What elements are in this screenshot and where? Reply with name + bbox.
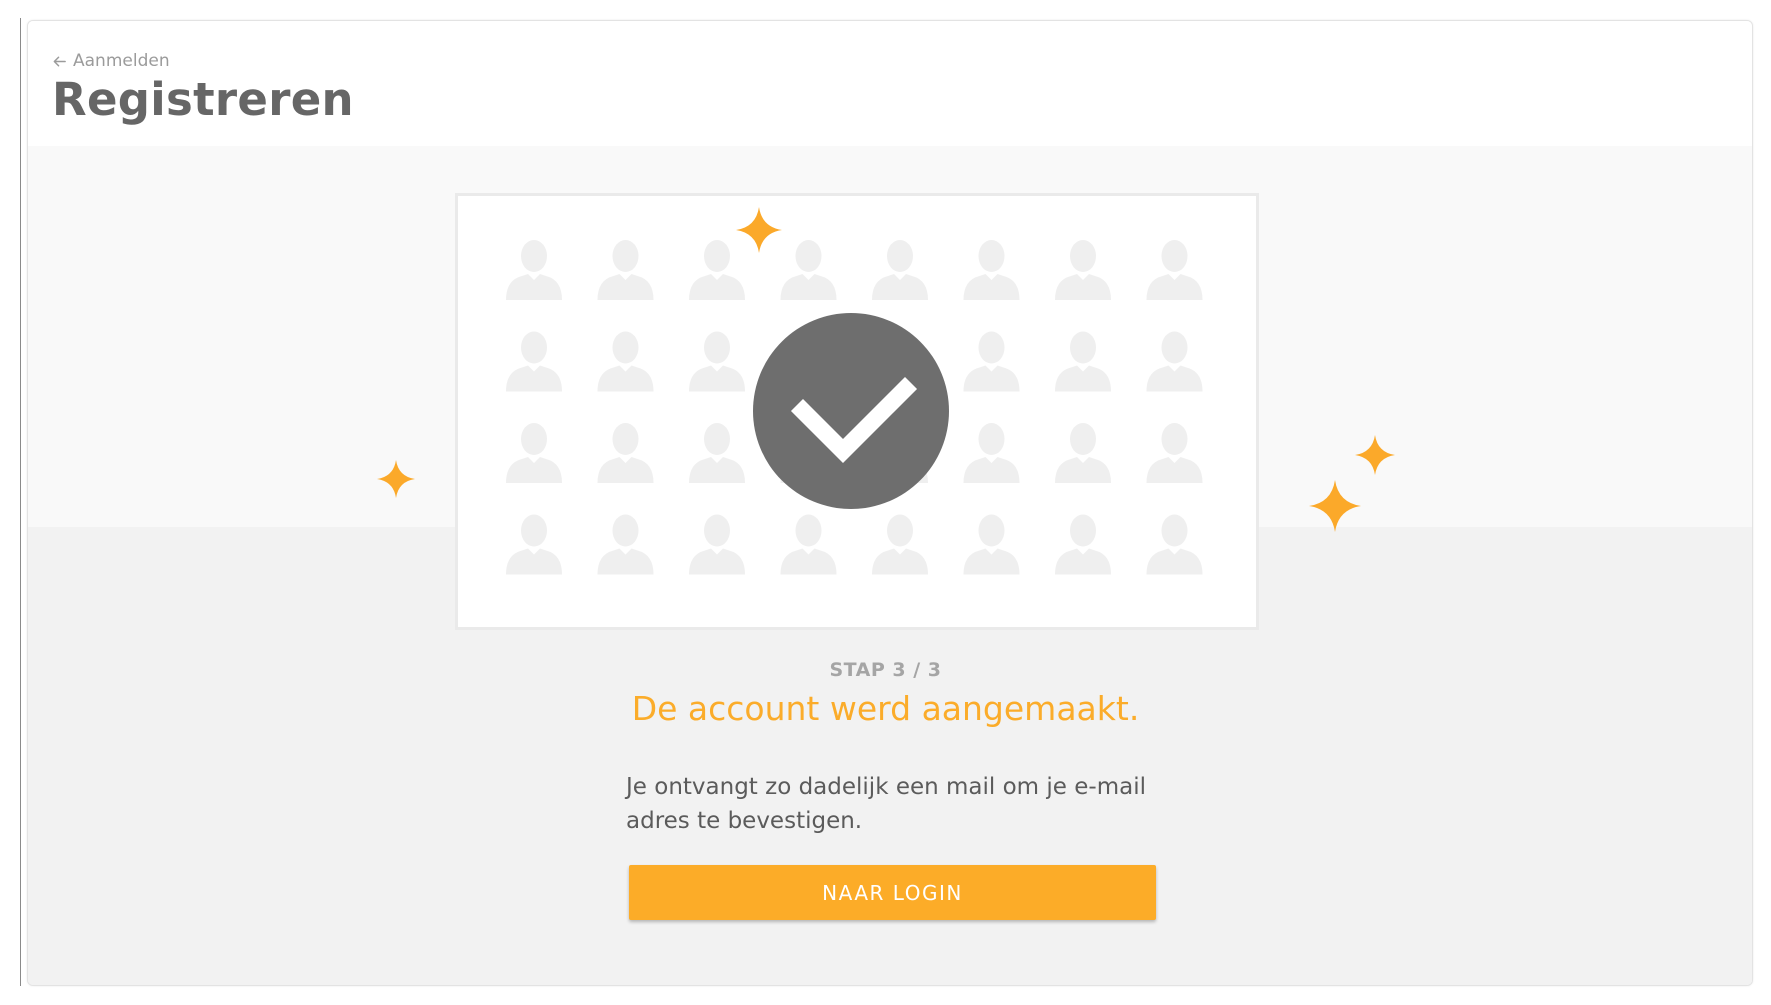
person-silhouette-icon <box>506 423 562 483</box>
person-silhouette-icon <box>1146 423 1203 483</box>
person-silhouette-icon <box>1146 514 1203 575</box>
person-silhouette-icon <box>1055 240 1111 300</box>
page-header: Aanmelden Registreren <box>28 21 1752 146</box>
person-silhouette-icon <box>597 331 654 392</box>
success-message: De account werd aangemaakt. <box>631 689 1140 728</box>
back-link[interactable]: Aanmelden <box>52 51 170 71</box>
person-silhouette-icon <box>1055 423 1111 483</box>
person-silhouette-icon <box>1146 331 1203 392</box>
sparkle-icon <box>1355 435 1395 475</box>
person-silhouette-icon <box>780 240 837 300</box>
person-silhouette-icon <box>689 331 745 392</box>
success-check-circle <box>753 313 949 509</box>
window-border <box>20 18 21 986</box>
person-silhouette-icon <box>689 514 745 575</box>
sparkle-icon <box>736 207 782 253</box>
step-indicator: STAP 3 / 3 <box>829 659 942 681</box>
person-silhouette-icon <box>1146 240 1203 300</box>
person-silhouette-icon <box>597 423 654 483</box>
page-title: Registreren <box>52 73 354 126</box>
back-link-label: Aanmelden <box>73 51 170 71</box>
sparkle-icon <box>1309 480 1361 532</box>
person-silhouette-icon <box>597 514 654 575</box>
go-to-login-button[interactable]: NAAR LOGIN <box>629 865 1156 920</box>
person-silhouette-icon <box>506 514 562 575</box>
person-silhouette-icon <box>597 240 654 300</box>
person-silhouette-icon <box>872 514 928 575</box>
person-silhouette-icon <box>1055 331 1111 392</box>
person-silhouette-icon <box>963 423 1020 483</box>
confirmation-info-text: Je ontvangt zo dadelijk een mail om je e… <box>626 774 1146 834</box>
person-silhouette-icon <box>872 240 928 300</box>
arrow-left-icon <box>53 56 66 66</box>
person-silhouette-icon <box>963 331 1020 392</box>
person-silhouette-icon <box>689 423 745 483</box>
person-silhouette-icon <box>1055 514 1111 575</box>
checkmark-icon <box>790 376 918 464</box>
sparkle-icon <box>377 460 415 498</box>
person-silhouette-icon <box>506 331 562 392</box>
person-silhouette-icon <box>963 514 1020 575</box>
person-silhouette-icon <box>506 240 562 300</box>
person-silhouette-icon <box>963 240 1020 300</box>
person-silhouette-icon <box>780 514 837 575</box>
